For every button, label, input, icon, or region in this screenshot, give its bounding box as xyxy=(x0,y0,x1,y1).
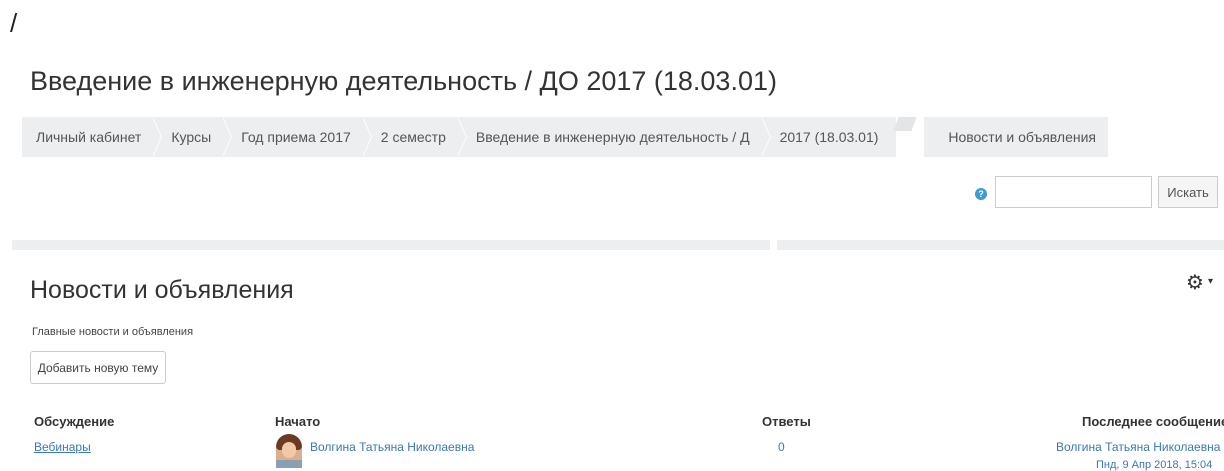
course-title: Введение в инженерную деятельность / ДО … xyxy=(30,66,777,96)
breadcrumb-separator xyxy=(896,117,925,157)
help-icon[interactable]: ? xyxy=(975,188,987,200)
section-divider-right xyxy=(777,240,1224,250)
header-started[interactable]: Начато xyxy=(275,414,320,429)
breadcrumb-course-code[interactable]: 2017 (18.03.01) xyxy=(762,117,891,157)
section-divider-left xyxy=(12,240,770,250)
replies-count[interactable]: 0 xyxy=(778,440,785,454)
last-post-date-link[interactable]: Пнд, 9 Апр 2018, 15:04 xyxy=(1096,459,1212,471)
search-button[interactable]: Искать xyxy=(1158,176,1218,208)
chevron-down-icon[interactable]: ▾ xyxy=(1208,276,1213,287)
breadcrumb-dashboard[interactable]: Личный кабинет xyxy=(22,117,163,157)
forum-intro: Главные новости и объявления xyxy=(32,326,194,338)
breadcrumb: Личный кабинет Курсы Год приема 2017 2 с… xyxy=(22,117,1108,157)
gear-icon[interactable]: ⚙ xyxy=(1186,270,1204,295)
breadcrumb-year-2017[interactable]: Год приема 2017 xyxy=(223,117,372,157)
last-post-author-link[interactable]: Волгина Татьяна Николаевна xyxy=(1056,440,1220,454)
breadcrumb-courses[interactable]: Курсы xyxy=(153,117,233,157)
search-input[interactable] xyxy=(995,176,1152,208)
breadcrumb-semester-2[interactable]: 2 семестр xyxy=(363,117,467,157)
header-discussion[interactable]: Обсуждение xyxy=(34,414,114,429)
header-replies[interactable]: Ответы xyxy=(762,414,811,429)
forum-title: Новости и объявления xyxy=(30,276,294,304)
avatar[interactable] xyxy=(276,434,302,468)
discussion-link[interactable]: Вебинары xyxy=(34,440,91,454)
top-slash: / xyxy=(10,8,18,38)
breadcrumb-course[interactable]: Введение в инженерную деятельность / Д xyxy=(458,117,771,157)
breadcrumb-news-forum[interactable]: Новости и объявления xyxy=(930,117,1108,157)
add-topic-button[interactable]: Добавить новую тему xyxy=(30,351,166,384)
header-last-post[interactable]: Последнее сообщение xyxy=(1082,414,1224,429)
started-by-link[interactable]: Волгина Татьяна Николаевна xyxy=(310,440,474,454)
